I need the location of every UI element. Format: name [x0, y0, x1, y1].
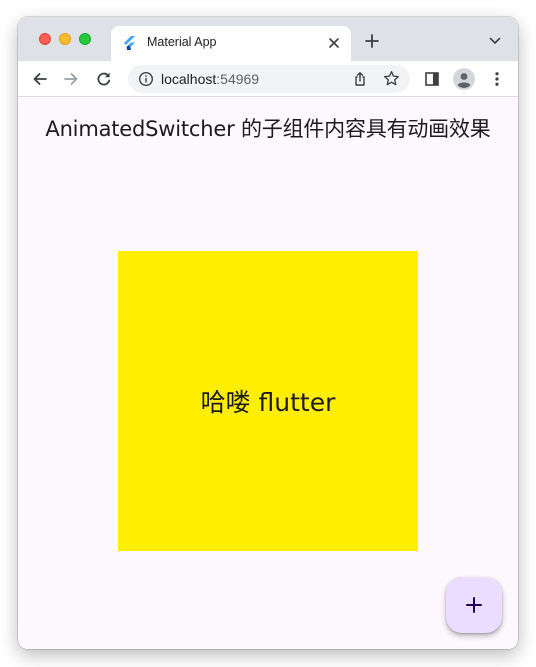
back-icon[interactable]	[31, 70, 49, 88]
chevron-down-icon[interactable]	[489, 37, 501, 45]
url-port: :54969	[216, 71, 260, 87]
flutter-logo-icon	[124, 36, 135, 50]
profile-icon[interactable]	[453, 68, 475, 90]
plus-icon[interactable]	[365, 34, 379, 48]
browser-toolbar: localhost:54969	[18, 61, 518, 97]
animated-switcher-box: 哈喽 flutter	[118, 251, 418, 551]
address-bar[interactable]: localhost:54969	[128, 65, 410, 93]
app-page: AnimatedSwitcher 的子组件内容具有动画效果 哈喽 flutter	[18, 97, 518, 649]
add-icon	[466, 597, 482, 613]
browser-window: Material App localhost:54969 AnimatedSwi…	[18, 17, 518, 649]
reload-icon[interactable]	[95, 70, 113, 88]
url-text[interactable]: localhost:54969	[161, 71, 259, 87]
app-bar-title: AnimatedSwitcher 的子组件内容具有动画效果	[45, 117, 491, 141]
forward-icon[interactable]	[62, 70, 80, 88]
window-maximize-button[interactable]	[79, 33, 91, 45]
floating-action-button[interactable]	[446, 577, 502, 633]
info-icon[interactable]	[138, 71, 154, 87]
window-close-button[interactable]	[39, 33, 51, 45]
menu-icon[interactable]	[488, 70, 506, 88]
close-icon[interactable]	[327, 36, 341, 50]
star-icon[interactable]	[383, 70, 400, 87]
window-minimize-button[interactable]	[59, 33, 71, 45]
sidepanel-icon[interactable]	[423, 70, 441, 88]
browser-tab[interactable]: Material App	[111, 26, 351, 61]
url-host: localhost	[161, 71, 217, 87]
share-icon[interactable]	[352, 71, 368, 87]
tab-title: Material App	[147, 35, 217, 49]
box-text: 哈喽 flutter	[200, 388, 336, 417]
tab-strip: Material App	[18, 17, 518, 61]
